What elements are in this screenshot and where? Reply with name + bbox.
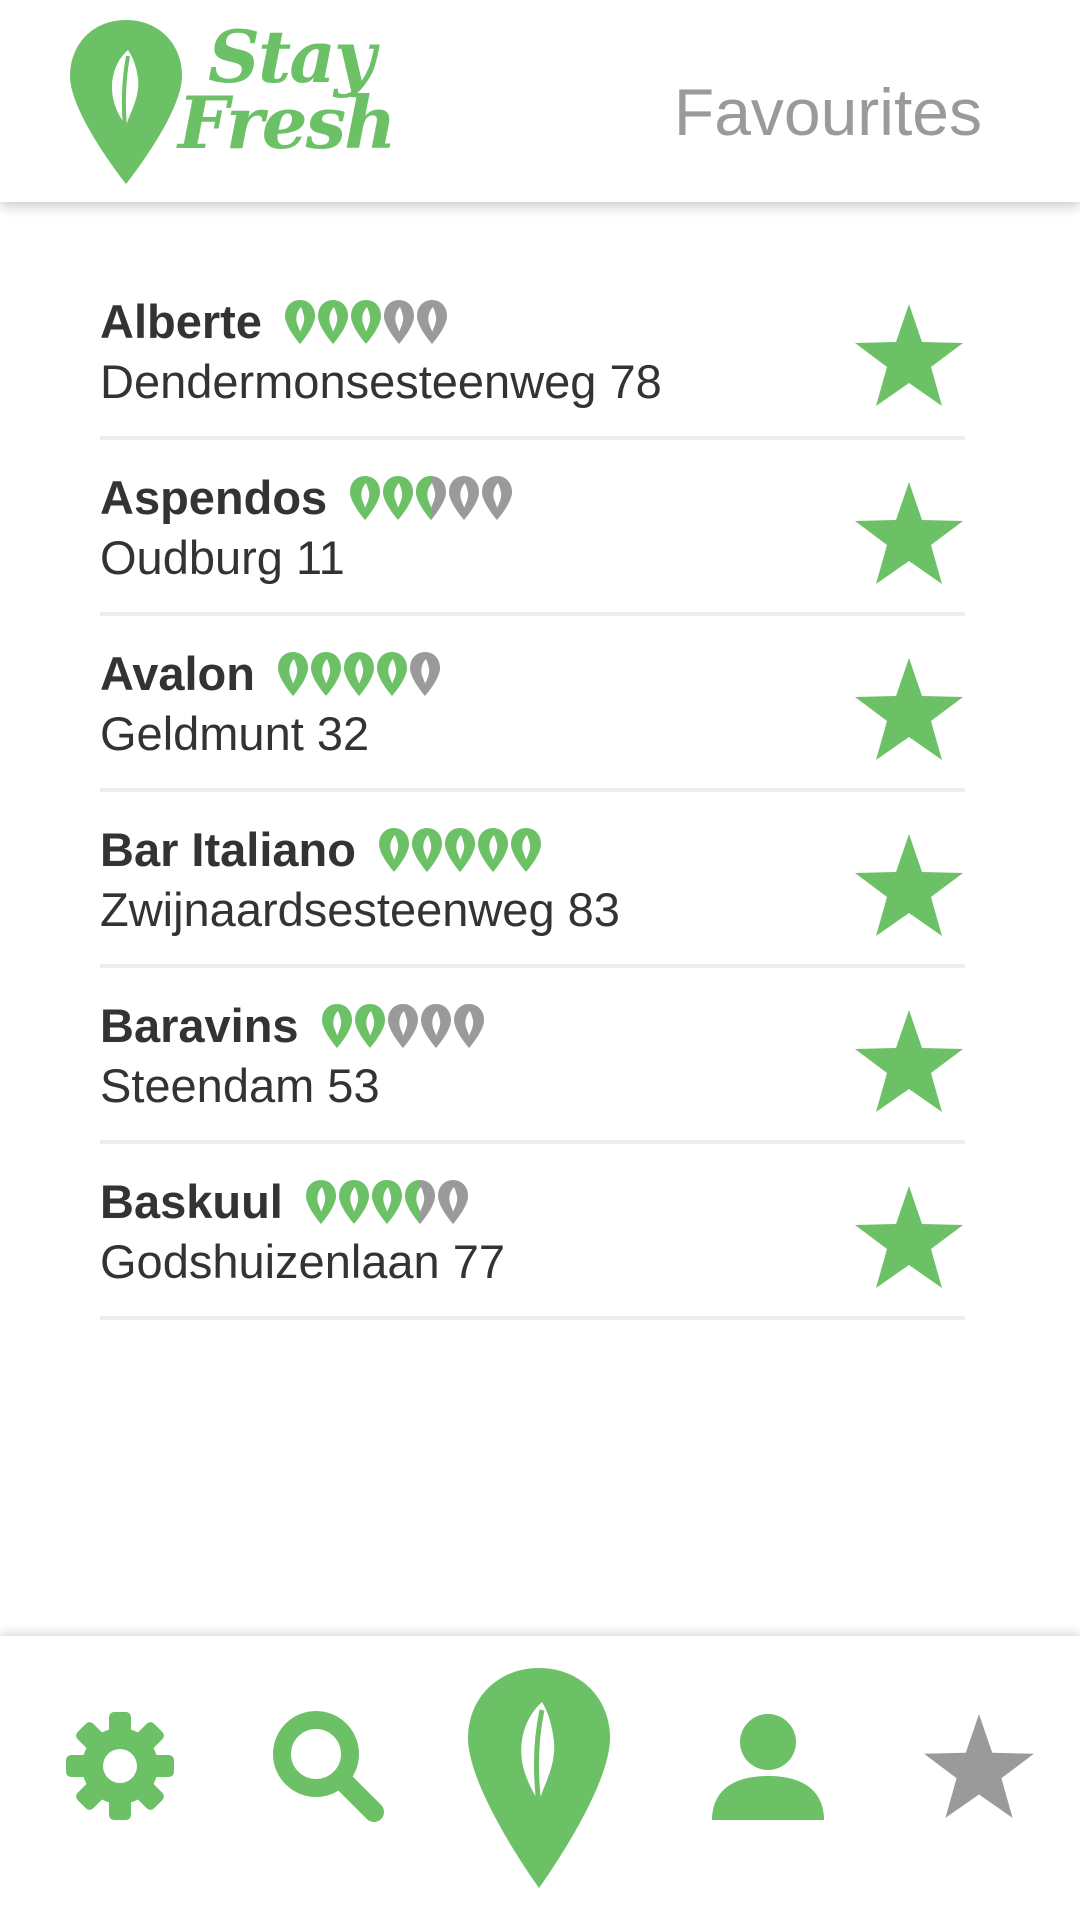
list-item[interactable]: Alberte Dendermonsesteenweg 78 (100, 280, 965, 440)
app-logo-text: Stay Fresh (178, 21, 428, 165)
rating-leaf-icon (277, 652, 308, 696)
rating-leaf-icon (477, 828, 508, 872)
restaurant-name: Aspendos (100, 471, 328, 524)
restaurant-address: Steendam 53 (100, 1059, 380, 1112)
map-pin-leaf-icon (468, 1668, 610, 1888)
leaf-rating (349, 475, 514, 521)
restaurant-info: Bar Italiano Zwijnaardsesteenweg 83 (100, 822, 800, 938)
nav-map-button[interactable] (466, 1666, 612, 1890)
search-icon (273, 1711, 384, 1822)
rating-leaf-icon (437, 1180, 468, 1224)
favourite-star-button[interactable] (853, 1008, 965, 1114)
rating-leaf-icon (343, 652, 374, 696)
leaf-rating (277, 651, 442, 697)
restaurant-name: Baskuul (100, 1175, 283, 1228)
name-row: Baravins (100, 998, 800, 1054)
favourite-star-button[interactable] (853, 1184, 965, 1290)
rating-leaf-icon (387, 1004, 418, 1048)
list-item[interactable]: Avalon Geldmunt 32 (100, 616, 965, 792)
leaf-rating (378, 827, 543, 873)
name-row: Alberte (100, 294, 800, 350)
star-icon (924, 1714, 1034, 1818)
rating-leaf-icon (449, 476, 480, 520)
rating-leaf-icon (338, 1180, 369, 1224)
rating-leaf-icon (350, 300, 381, 344)
rating-leaf-icon (383, 300, 414, 344)
rating-leaf-icon (411, 828, 442, 872)
bottom-nav (0, 1636, 1080, 1920)
name-row: Bar Italiano (100, 822, 800, 878)
rating-leaf-icon (409, 652, 440, 696)
restaurant-address: Godshuizenlaan 77 (100, 1235, 506, 1288)
star-icon (855, 304, 963, 406)
favourite-star-button[interactable] (853, 480, 965, 586)
leaf-rating (305, 1179, 470, 1225)
restaurant-info: Aspendos Oudburg 11 (100, 470, 800, 586)
nav-profile-button[interactable] (710, 1712, 826, 1822)
rating-leaf-icon (354, 1004, 385, 1048)
restaurant-info: Alberte Dendermonsesteenweg 78 (100, 294, 800, 410)
rating-leaf-icon (416, 300, 447, 344)
rating-leaf-icon (284, 300, 315, 344)
rating-leaf-icon (350, 476, 381, 520)
logo-word-fresh: Fresh (178, 80, 396, 165)
rating-leaf-icon (482, 476, 513, 520)
favourite-star-button[interactable] (853, 832, 965, 938)
restaurant-name: Avalon (100, 647, 255, 700)
list-item[interactable]: Baravins Steendam 53 (100, 968, 965, 1144)
favourite-star-button[interactable] (853, 656, 965, 762)
name-row: Avalon (100, 646, 800, 702)
nav-settings-button[interactable] (64, 1710, 176, 1822)
star-icon (855, 1010, 963, 1112)
rating-leaf-icon (310, 652, 341, 696)
restaurant-name: Alberte (100, 295, 262, 348)
rating-leaf-icon (321, 1004, 352, 1048)
leaf-rating (284, 299, 449, 345)
rating-leaf-icon (404, 1180, 435, 1224)
restaurant-info: Baravins Steendam 53 (100, 998, 800, 1114)
restaurant-name: Bar Italiano (100, 823, 356, 876)
rating-leaf-icon (383, 476, 414, 520)
list-item[interactable]: Bar Italiano Zwijnaardsesteenweg 83 (100, 792, 965, 968)
favourites-list: Alberte Dendermonsesteenweg 78 Aspendos Oud… (100, 280, 965, 1320)
star-icon (855, 1186, 963, 1288)
restaurant-address: Dendermonsesteenweg 78 (100, 355, 662, 408)
rating-leaf-icon (453, 1004, 484, 1048)
favourite-star-button[interactable] (853, 302, 965, 408)
restaurant-name: Baravins (100, 999, 299, 1052)
rating-leaf-icon (371, 1180, 402, 1224)
restaurant-info: Avalon Geldmunt 32 (100, 646, 800, 762)
rating-leaf-icon (378, 828, 409, 872)
leaf-rating (321, 1003, 486, 1049)
rating-leaf-icon (444, 828, 475, 872)
rating-leaf-icon (305, 1180, 336, 1224)
star-icon (855, 482, 963, 584)
list-item[interactable]: Baskuul Godshuizenlaan 77 (100, 1144, 965, 1320)
restaurant-info: Baskuul Godshuizenlaan 77 (100, 1174, 800, 1290)
nav-favourites-button[interactable] (922, 1712, 1036, 1820)
rating-leaf-icon (416, 476, 447, 520)
restaurant-address: Oudburg 11 (100, 531, 345, 584)
rating-leaf-icon (510, 828, 541, 872)
name-row: Baskuul (100, 1174, 800, 1230)
name-row: Aspendos (100, 470, 800, 526)
star-icon (855, 834, 963, 936)
list-item[interactable]: Aspendos Oudburg 11 (100, 440, 965, 616)
restaurant-address: Geldmunt 32 (100, 707, 370, 760)
app-header: Stay Fresh Favourites (0, 0, 1080, 202)
rating-leaf-icon (376, 652, 407, 696)
logo-pin-icon (70, 20, 182, 184)
nav-search-button[interactable] (270, 1708, 386, 1824)
rating-leaf-icon (420, 1004, 451, 1048)
rating-leaf-icon (317, 300, 348, 344)
star-icon (855, 658, 963, 760)
restaurant-address: Zwijnaardsesteenweg 83 (100, 883, 620, 936)
gear-icon (66, 1712, 174, 1820)
user-icon (712, 1714, 824, 1820)
page-title: Favourites (673, 75, 982, 149)
